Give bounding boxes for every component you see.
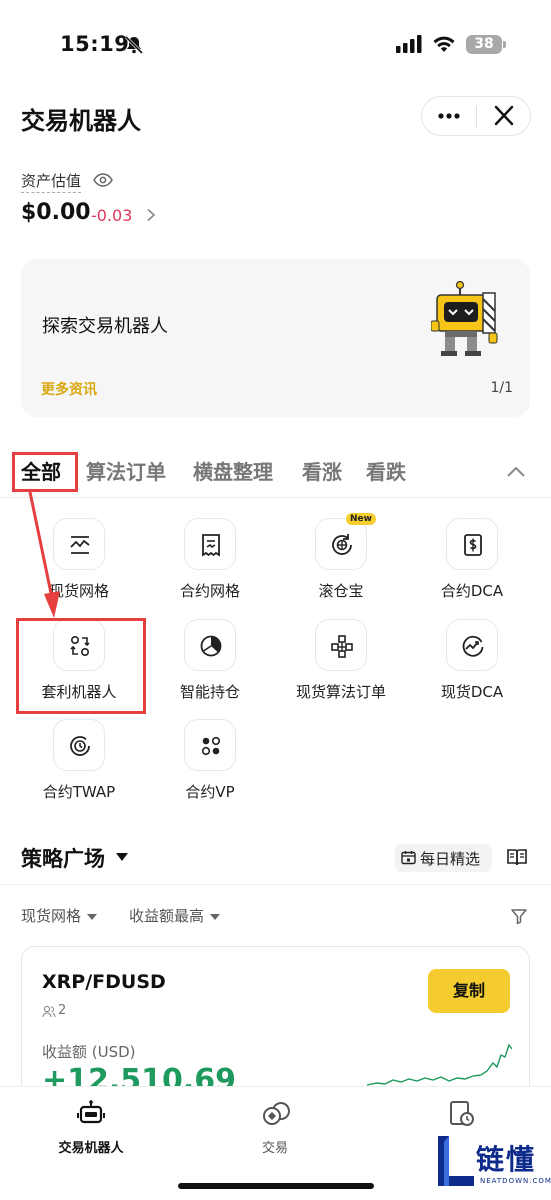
trading-pair: XRP/FDUSD <box>42 971 166 993</box>
caret-down-icon[interactable] <box>115 852 129 862</box>
product-contract-grid[interactable]: 合约网格 <box>150 518 270 614</box>
watermark-subtext: NEATDOWN.COM <box>480 1177 551 1185</box>
product-label: 合约DCA <box>440 582 504 600</box>
more-info-link[interactable]: 更多资讯 <box>41 379 97 399</box>
product-spot-algo-order[interactable]: 现货算法订单 <box>281 619 401 715</box>
tab-sideways[interactable]: 横盘整理 <box>193 456 273 485</box>
filter-label: 现货网格 <box>21 907 82 925</box>
algo-order-icon <box>315 619 367 671</box>
explore-banner[interactable]: 探索交易机器人 更多资讯 1/1 <box>21 259 530 417</box>
banner-page-indicator: 1/1 <box>490 380 513 396</box>
mini-program-capsule <box>421 96 531 136</box>
watermark-text: 链懂 <box>476 1143 537 1176</box>
users-icon <box>42 1005 56 1018</box>
product-label: 智能持仓 <box>179 683 240 701</box>
product-label: 现货算法订单 <box>295 683 386 701</box>
divider <box>0 884 551 885</box>
daily-picks-button[interactable]: 每日精选 <box>395 844 492 872</box>
history-icon <box>450 1101 474 1126</box>
caret-down-icon <box>87 913 98 920</box>
product-label: 现货DCA <box>440 683 504 701</box>
product-spot-dca[interactable]: 现货DCA <box>412 619 532 715</box>
caret-down-icon <box>210 913 221 920</box>
profit-label: 收益额 (USD) <box>42 1043 136 1061</box>
status-time: 15:19 <box>60 32 130 56</box>
nav-trade[interactable]: 交易 <box>214 1087 334 1167</box>
assets-label: 资产估值 <box>21 170 82 193</box>
close-icon[interactable] <box>478 97 530 135</box>
tab-bullish[interactable]: 看涨 <box>302 456 342 485</box>
annotation-arrow <box>28 491 60 618</box>
twap-icon <box>53 719 105 771</box>
strategy-type-filter[interactable]: 现货网格 <box>21 905 98 926</box>
product-label: 合约VP <box>185 783 235 801</box>
signal-icon <box>396 35 422 53</box>
product-label: 合约TWAP <box>42 783 116 801</box>
book-icon[interactable] <box>506 847 528 867</box>
chevron-right-icon[interactable] <box>145 208 157 222</box>
robot-illustration <box>431 281 498 356</box>
bell-off-icon <box>124 35 144 55</box>
more-icon[interactable] <box>422 97 476 135</box>
category-tabs: 全部 算法订单 横盘整理 看涨 看跌 <box>0 450 551 498</box>
rollover-icon: New <box>315 513 376 570</box>
contract-doc-icon <box>184 518 236 570</box>
watermark-logo-icon <box>438 1136 474 1186</box>
wifi-icon <box>433 36 455 52</box>
pie-chart-icon <box>184 619 236 671</box>
product-contract-dca[interactable]: 合约DCA <box>412 518 532 614</box>
watermark: 链懂 NEATDOWN.COM <box>436 1130 551 1190</box>
copy-button[interactable]: 复制 <box>428 969 510 1013</box>
trade-icon <box>263 1102 290 1125</box>
eye-icon[interactable] <box>93 172 113 188</box>
spot-dca-icon <box>446 619 498 671</box>
capsule-divider <box>476 106 477 127</box>
assets-value: $0.00 <box>21 200 91 225</box>
page-title: 交易机器人 <box>21 107 141 135</box>
product-contract-twap[interactable]: 合约TWAP <box>19 719 139 815</box>
product-label: 合约网格 <box>179 582 240 600</box>
nav-trading-bots[interactable]: 交易机器人 <box>30 1087 150 1167</box>
tab-bearish[interactable]: 看跌 <box>366 456 406 485</box>
strategy-plaza-title[interactable]: 策略广场 <box>21 843 105 873</box>
annotation-box-tab <box>12 452 78 492</box>
daily-picks-label: 每日精选 <box>420 850 481 868</box>
status-bar: 15:19 38 <box>0 0 551 90</box>
vp-icon <box>184 719 236 771</box>
home-indicator <box>178 1183 374 1189</box>
contract-dca-icon <box>446 518 498 570</box>
calendar-icon <box>401 851 416 865</box>
copier-count: 2 <box>58 1003 67 1018</box>
filter-label: 收益额最高 <box>129 907 205 925</box>
annotation-box-arbitrage <box>16 618 146 714</box>
tab-algo-orders[interactable]: 算法订单 <box>86 456 166 485</box>
product-rollover[interactable]: New 滚仓宝 <box>281 513 401 614</box>
battery-indicator: 38 <box>466 35 506 54</box>
chevron-up-icon[interactable] <box>505 462 527 482</box>
product-label: 滚仓宝 <box>318 582 364 600</box>
funnel-icon[interactable] <box>510 907 528 925</box>
nav-label: 交易机器人 <box>58 1141 124 1156</box>
robot-icon <box>77 1100 105 1124</box>
assets-change: -0.03 <box>91 206 133 225</box>
banner-title: 探索交易机器人 <box>42 316 168 337</box>
new-badge: New <box>346 513 376 525</box>
product-contract-vp[interactable]: 合约VP <box>150 719 270 815</box>
nav-label: 交易 <box>261 1141 288 1156</box>
product-smart-position[interactable]: 智能持仓 <box>150 619 270 715</box>
sort-filter[interactable]: 收益额最高 <box>129 905 221 926</box>
